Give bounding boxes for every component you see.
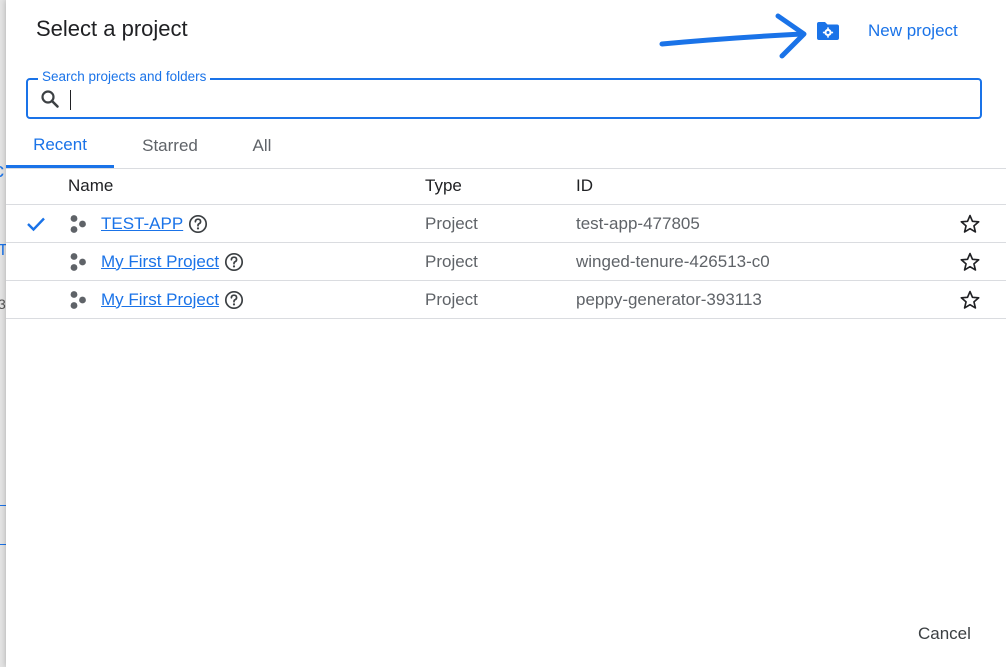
text-caret xyxy=(70,90,71,110)
dialog-title: Select a project xyxy=(36,16,188,41)
project-name-link[interactable]: My First Project xyxy=(101,252,219,272)
tab-starred[interactable]: Starred xyxy=(114,124,226,168)
help-circle-icon[interactable] xyxy=(188,214,208,234)
tab-all[interactable]: All xyxy=(226,124,298,168)
tab-recent[interactable]: Recent xyxy=(6,124,114,168)
project-id: winged-tenure-426513-c0 xyxy=(576,251,770,271)
project-nodes-icon xyxy=(68,281,90,318)
project-tabs: Recent Starred All xyxy=(6,124,1006,169)
table-header-row: Name Type ID xyxy=(6,168,1006,205)
help-circle-icon[interactable] xyxy=(224,252,244,272)
project-type: Project xyxy=(425,251,478,271)
star-outline-icon[interactable] xyxy=(958,281,982,318)
project-id: peppy-generator-393113 xyxy=(576,289,762,309)
table-row[interactable]: My First Project Project winged-tenure-4… xyxy=(6,243,1006,281)
column-header-id: ID xyxy=(576,176,593,195)
project-id: test-app-477805 xyxy=(576,213,700,233)
annotation-arrow-icon xyxy=(659,13,807,59)
table-row[interactable]: TEST-APP Project test-app-477805 xyxy=(6,205,1006,243)
help-circle-icon[interactable] xyxy=(224,290,244,310)
project-nodes-icon xyxy=(68,243,90,280)
star-outline-icon[interactable] xyxy=(958,243,982,280)
projects-table: Name Type ID TEST-APP Project test-app-4… xyxy=(6,168,1006,319)
star-outline-icon[interactable] xyxy=(958,205,982,242)
search-field[interactable]: Search projects and folders xyxy=(26,69,982,119)
project-name-link[interactable]: My First Project xyxy=(101,290,219,310)
background-fragment: c xyxy=(0,160,4,183)
search-field-label: Search projects and folders xyxy=(38,69,211,84)
new-project-button[interactable]: New project xyxy=(814,14,958,48)
project-name-link[interactable]: TEST-APP xyxy=(101,214,183,234)
search-icon xyxy=(40,89,60,114)
project-nodes-icon xyxy=(68,205,90,242)
checkmark-icon xyxy=(26,205,50,242)
new-project-label: New project xyxy=(868,21,958,40)
cancel-button[interactable]: Cancel xyxy=(918,624,971,644)
folder-gear-icon xyxy=(814,17,842,45)
project-type: Project xyxy=(425,213,478,233)
column-header-type: Type xyxy=(425,176,462,195)
column-header-name: Name xyxy=(68,176,114,195)
select-project-dialog: Select a project New project Search proj… xyxy=(6,0,1006,667)
background-fragment: 3 xyxy=(0,296,6,312)
table-row[interactable]: My First Project Project peppy-generator… xyxy=(6,281,1006,319)
project-type: Project xyxy=(425,289,478,309)
search-input[interactable] xyxy=(68,86,962,112)
